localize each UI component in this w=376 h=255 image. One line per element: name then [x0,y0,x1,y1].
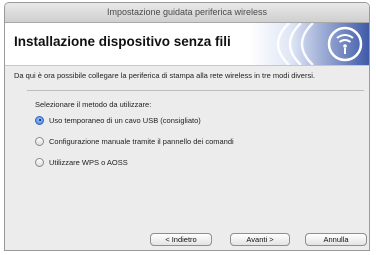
option-manual-panel-label: Configurazione manuale tramite il pannel… [49,136,234,146]
wizard-description: Da qui è ora possibile collegare la peri… [14,71,315,80]
window-titlebar[interactable]: Impostazione guidata periferica wireless [5,3,369,23]
wizard-window: Impostazione guidata periferica wireless… [4,2,370,251]
option-wps-aoss-label: Utilizzare WPS o AOSS [49,157,128,167]
divider [27,90,364,91]
option-wps-aoss[interactable]: Utilizzare WPS o AOSS [35,156,128,168]
wizard-header: Installazione dispositivo senza fili [5,23,369,66]
window-title: Impostazione guidata periferica wireless [106,7,268,17]
next-button[interactable]: Avanti > [230,233,290,246]
option-usb-cable-label: Uso temporaneo di un cavo USB (consiglia… [49,115,201,125]
option-usb-cable[interactable]: Uso temporaneo di un cavo USB (consiglia… [35,114,201,126]
option-manual-panel[interactable]: Configurazione manuale tramite il pannel… [35,135,234,147]
cancel-button[interactable]: Annulla [305,233,367,246]
radio-manual-panel[interactable] [35,136,44,146]
radio-wps-aoss[interactable] [35,157,44,167]
radio-usb-cable[interactable] [35,115,44,125]
method-prompt: Selezionare il metodo da utilizzare: [35,100,152,109]
wireless-signal-icon [249,23,369,65]
back-button[interactable]: < Indietro [150,233,212,246]
page-title: Installazione dispositivo senza fili [14,34,231,49]
